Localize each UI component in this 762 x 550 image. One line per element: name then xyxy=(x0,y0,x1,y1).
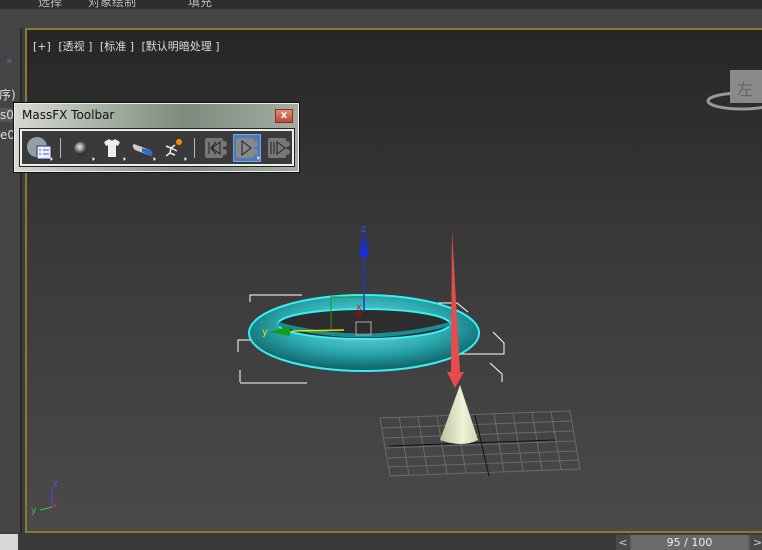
toolbar-title: MassFX Toolbar xyxy=(22,108,115,122)
status-bar: < 95 / 100 > xyxy=(0,533,762,550)
axis-x-label: x xyxy=(52,501,58,511)
shirt-icon xyxy=(104,138,121,157)
ragdoll-button[interactable] xyxy=(160,134,188,162)
play-icon xyxy=(236,137,259,158)
reset-icon xyxy=(204,137,227,158)
time-slider-thumb[interactable]: 95 / 100 xyxy=(631,535,748,550)
mini-listener-button[interactable] xyxy=(0,534,18,550)
expand-chevron-icon[interactable]: » xyxy=(6,56,12,67)
step-icon xyxy=(267,137,290,158)
sphere-icon xyxy=(74,141,89,156)
viewcube[interactable]: 左 xyxy=(706,70,762,111)
gizmo-z-label: z xyxy=(361,224,366,235)
viewcube-face-label: 左 xyxy=(737,80,753,99)
world-parameters-button[interactable] xyxy=(26,134,53,162)
mcloth-button[interactable] xyxy=(99,134,126,162)
axis-y-label: y xyxy=(31,506,37,516)
menu-bar: 选择 对象绘制 填充 xyxy=(0,0,762,9)
rigid-body-button[interactable] xyxy=(68,134,95,162)
world-settings-icon xyxy=(27,136,52,159)
time-slider[interactable]: < 95 / 100 > xyxy=(616,535,762,550)
axis-z-label: z xyxy=(53,479,58,489)
menu-item[interactable]: 选择 xyxy=(38,0,62,9)
ground-grid xyxy=(379,410,581,477)
menu-item[interactable]: 填充 xyxy=(188,0,212,9)
gizmo-y-label: y xyxy=(262,327,268,338)
capsule-icon xyxy=(132,143,153,156)
panel-text: 序) xyxy=(0,88,16,102)
constraint-button[interactable] xyxy=(130,134,157,162)
step-simulation-button[interactable] xyxy=(265,134,292,162)
world-axis-tripod: z y x xyxy=(31,479,58,516)
close-button[interactable]: x xyxy=(275,109,293,123)
separator xyxy=(59,137,61,158)
ragdoll-icon xyxy=(165,138,182,157)
reset-simulation-button[interactable] xyxy=(202,134,229,162)
toolbar-buttons xyxy=(19,128,295,167)
menu-item[interactable]: 对象绘制 xyxy=(88,0,136,9)
ribbon-band xyxy=(0,9,762,28)
next-frame-button[interactable]: > xyxy=(750,535,762,550)
massfx-toolbar[interactable]: MassFX Toolbar x xyxy=(14,103,299,172)
start-simulation-button[interactable] xyxy=(233,133,262,162)
separator xyxy=(194,137,196,158)
prev-frame-button[interactable]: < xyxy=(616,535,630,550)
